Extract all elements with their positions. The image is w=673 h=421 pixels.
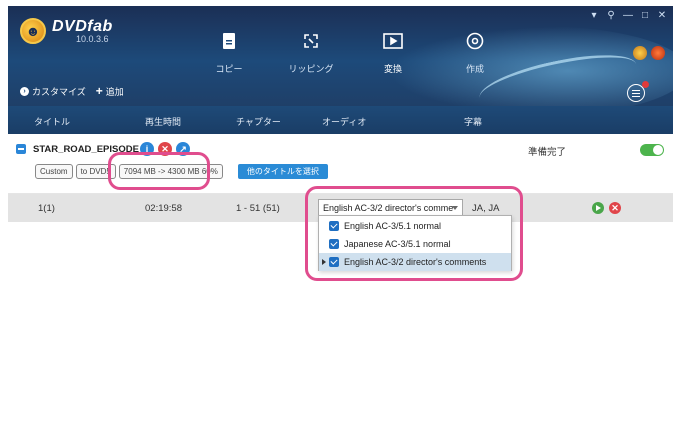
sub-toolbar: › カスタマイズ + 追加 (20, 84, 124, 98)
audio-option-label: English AC-3/2 director's comments (344, 257, 487, 267)
nav-create-label: 作成 (465, 64, 484, 74)
audio-selected-value: English AC-3/2 director's comme (323, 203, 454, 213)
collapse-icon[interactable] (16, 144, 26, 154)
title-actions: i ✕ ↗ (140, 142, 190, 156)
audio-dropdown: English AC-3/5.1 normal Japanese AC-3/5.… (318, 215, 512, 271)
column-header: タイトル 再生時間 チャプター オーディオ 字幕 (8, 106, 673, 134)
checkbox-checked-icon[interactable] (329, 221, 339, 231)
play-icon[interactable] (592, 202, 604, 214)
title-tags: Custom to DVD5 7094 MB -> 4300 MB 60% 他の… (35, 164, 328, 179)
status-text: 準備完了 (528, 147, 567, 158)
enable-toggle[interactable] (640, 144, 664, 156)
nav-ripping[interactable]: リッピング (270, 30, 352, 75)
settings-icon[interactable]: ⚲ (606, 10, 616, 21)
maximize-button[interactable]: □ (640, 10, 650, 21)
col-subtitle: 字幕 (464, 117, 483, 127)
info-icon[interactable]: i (140, 142, 154, 156)
track-chapters: 1 - 51 (51) (236, 203, 280, 214)
search-disc-icon[interactable] (651, 46, 665, 60)
create-icon (434, 30, 516, 52)
audio-option[interactable]: Japanese AC-3/5.1 normal (319, 235, 511, 253)
nav-copy[interactable]: コピー (188, 30, 270, 75)
chevron-down-icon (452, 206, 458, 210)
col-title: タイトル (34, 117, 71, 127)
customize-label: カスタマイズ (32, 86, 86, 97)
convert-icon (352, 30, 434, 52)
share-icon[interactable]: ↗ (176, 142, 190, 156)
dvdfab-window: ☻ DVDfab 10.0.3.6 ▾ ⚲ — □ ✕ コピー リッピング 変換… (8, 6, 673, 421)
notification-badge (642, 81, 649, 88)
app-version: 10.0.3.6 (76, 34, 109, 44)
app-logo: ☻ DVDfab 10.0.3.6 (20, 18, 113, 44)
col-chapter: チャプター (236, 117, 281, 127)
title-name: STAR_ROAD_EPISODE III (33, 144, 150, 155)
output-tag[interactable]: to DVD5 (75, 164, 116, 179)
track-duration: 02:19:58 (145, 203, 182, 214)
window-controls: ▾ ⚲ — □ ✕ (589, 10, 667, 21)
nav-ripping-label: リッピング (288, 64, 334, 74)
app-header: ☻ DVDfab 10.0.3.6 ▾ ⚲ — □ ✕ コピー リッピング 変換… (8, 6, 673, 106)
checkbox-checked-icon[interactable] (329, 257, 339, 267)
col-duration: 再生時間 (145, 117, 182, 127)
ripping-icon (270, 30, 352, 52)
plus-icon: + (95, 84, 103, 98)
copy-icon (188, 30, 270, 52)
audio-option-label: Japanese AC-3/5.1 normal (344, 239, 451, 249)
audio-option-label: English AC-3/5.1 normal (344, 221, 442, 231)
customize-button[interactable]: › カスタマイズ (20, 85, 86, 98)
dvdfab-logo-icon: ☻ (20, 18, 46, 44)
corner-icons (633, 46, 665, 60)
nav-create[interactable]: 作成 (434, 30, 516, 75)
checkbox-checked-icon[interactable] (329, 239, 339, 249)
remove-icon[interactable]: ✕ (158, 142, 172, 156)
caret-right-icon (322, 259, 326, 265)
add-button[interactable]: + 追加 (96, 84, 124, 98)
nav-copy-label: コピー (215, 64, 243, 74)
arrow-right-icon: › (20, 86, 29, 96)
size-tag: 7094 MB -> 4300 MB 60% (118, 164, 223, 179)
track-title: 1(1) (38, 203, 55, 214)
dropdown-menu-icon[interactable]: ▾ (589, 10, 599, 21)
profile-tag[interactable]: Custom (35, 164, 73, 179)
audio-option[interactable]: English AC-3/2 director's comments (319, 253, 511, 271)
delete-icon[interactable]: ✕ (609, 202, 621, 214)
col-audio: オーディオ (322, 117, 367, 127)
track-subtitles[interactable]: JA, JA (472, 203, 499, 214)
main-nav: コピー リッピング 変換 作成 (188, 30, 516, 75)
promo-icon[interactable] (633, 46, 647, 60)
close-button[interactable]: ✕ (657, 10, 667, 21)
select-other-title-button[interactable]: 他のタイトルを選択 (237, 164, 328, 179)
audio-option[interactable]: English AC-3/5.1 normal (319, 217, 511, 235)
minimize-button[interactable]: — (623, 10, 633, 21)
title-item: STAR_ROAD_EPISODE III i ✕ ↗ 準備完了 Custom … (8, 134, 673, 194)
nav-convert[interactable]: 変換 (352, 30, 434, 75)
nav-convert-label: 変換 (383, 64, 402, 74)
add-label: 追加 (105, 86, 124, 97)
